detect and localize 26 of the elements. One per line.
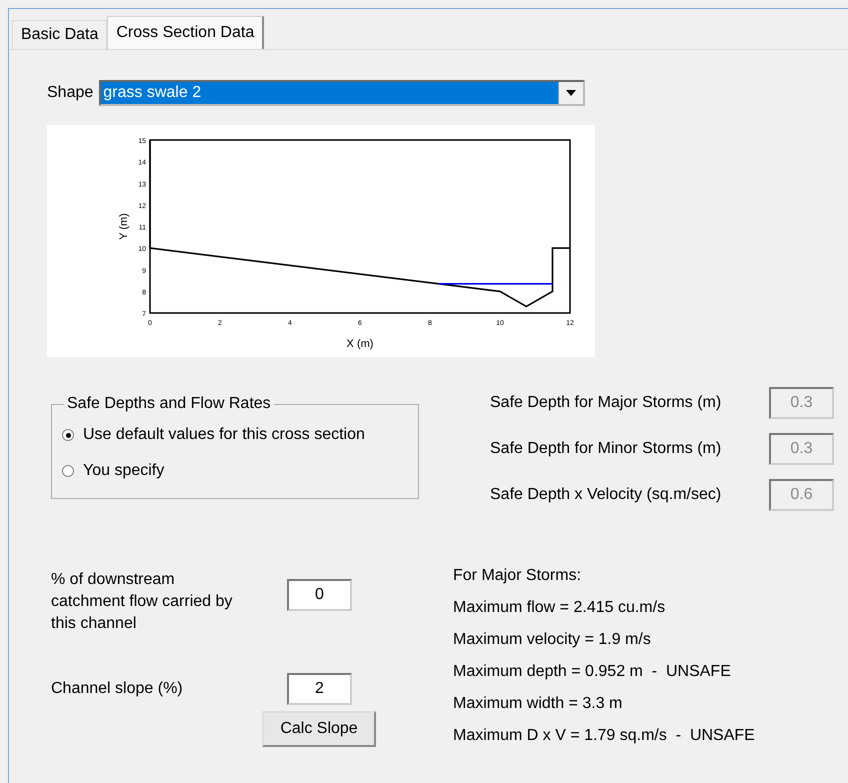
- results-heading: For Major Storms:: [453, 566, 582, 586]
- radio-option[interactable]: Use default values for this cross section: [62, 417, 408, 453]
- result-text: Maximum depth = 0.952 m - UNSAFE: [453, 662, 732, 682]
- group-title: Safe Depths and Flow Rates: [66, 395, 272, 413]
- field-label: Channel slope (%): [51, 680, 184, 698]
- radio-button[interactable]: [62, 429, 74, 441]
- radio-button[interactable]: [62, 465, 74, 477]
- tab[interactable]: Basic Data: [12, 20, 108, 49]
- tab[interactable]: Cross Section Data: [107, 16, 264, 49]
- field-label: Safe Depth x Velocity (sq.m/sec): [490, 486, 722, 504]
- result-text: Maximum width = 3.3 m: [453, 694, 624, 714]
- calc-slope-button[interactable]: Calc Slope: [262, 711, 376, 747]
- result-text: Maximum velocity = 1.9 m/s: [453, 630, 652, 650]
- input-field[interactable]: 2: [287, 673, 352, 705]
- axis-title: Y (m): [118, 213, 130, 240]
- field-label: Safe Depth for Minor Storms (m): [490, 440, 722, 458]
- result-text: Maximum flow = 2.415 cu.m/s: [453, 598, 666, 618]
- field-label: % of downstream catchment flow carried by this channel: [51, 570, 234, 634]
- input-field[interactable]: 0: [287, 579, 352, 611]
- radio-option[interactable]: You specify: [62, 453, 408, 489]
- dropdown-arrow-icon: [566, 90, 576, 96]
- result-text: Maximum D x V = 1.79 sq.m/s - UNSAFE: [453, 726, 755, 746]
- shape-label: Shape: [47, 84, 94, 102]
- shape-dropdown[interactable]: grass swale 2: [99, 80, 586, 106]
- field-label: Safe Depth for Major Storms (m): [490, 394, 722, 412]
- axis-title: X (m): [346, 338, 374, 350]
